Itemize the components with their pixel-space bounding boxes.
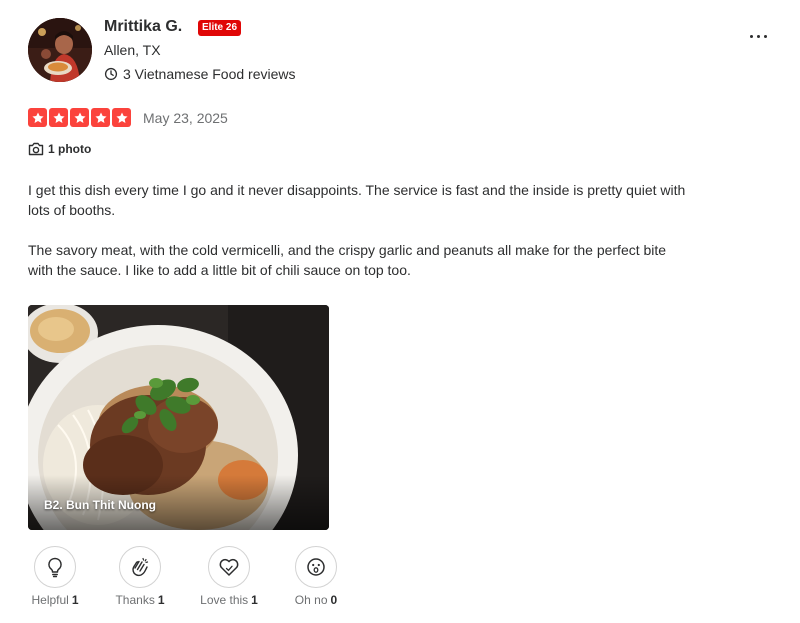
more-dot-icon	[749, 34, 753, 38]
thanks-button[interactable]: Thanks 1	[115, 546, 165, 607]
star-rating	[28, 108, 133, 127]
star-icon	[112, 108, 131, 127]
lightbulb-icon	[48, 557, 62, 578]
review-body: I get this dish every time I go and it n…	[28, 180, 688, 300]
more-options-button[interactable]	[744, 24, 772, 48]
camera-icon	[28, 142, 44, 156]
history-icon	[104, 67, 118, 81]
helpful-button[interactable]: Helpful 1	[31, 546, 79, 607]
love-this-label: Love this 1	[200, 593, 258, 607]
star-icon	[91, 108, 110, 127]
review-count: 3 Vietnamese Food reviews	[123, 66, 296, 82]
elite-badge[interactable]: Elite 26	[198, 20, 242, 36]
oh-no-button[interactable]: Oh no 0	[295, 546, 337, 607]
review-photo[interactable]: B2. Bun Thit Nuong	[28, 305, 329, 530]
food-photo-image	[28, 305, 329, 530]
love-this-button[interactable]: Love this 1	[200, 546, 258, 607]
user-name[interactable]: Mrittika G.	[104, 18, 182, 36]
reaction-circle[interactable]	[34, 546, 76, 588]
heart-icon	[219, 558, 239, 576]
photo-count: 1 photo	[48, 142, 92, 156]
review-paragraph: I get this dish every time I go and it n…	[28, 182, 686, 218]
reaction-circle[interactable]	[295, 546, 337, 588]
review-date: May 23, 2025	[143, 110, 228, 126]
review-paragraph: The savory meat, with the cold vermicell…	[28, 242, 667, 278]
star-icon	[28, 108, 47, 127]
helpful-label: Helpful 1	[31, 593, 79, 607]
more-dot-icon	[756, 34, 760, 38]
reaction-circle[interactable]	[119, 546, 161, 588]
more-dot-icon	[763, 34, 767, 38]
clapping-hands-icon	[132, 557, 149, 577]
star-icon	[70, 108, 89, 127]
review-count-row: 3 Vietnamese Food reviews	[104, 65, 296, 83]
photo-count-link[interactable]: 1 photo	[28, 142, 91, 156]
photo-caption: B2. Bun Thit Nuong	[44, 498, 156, 512]
user-location: Allen, TX	[104, 42, 161, 58]
star-icon	[49, 108, 68, 127]
oh-no-label: Oh no 0	[294, 593, 338, 607]
thanks-label: Thanks 1	[115, 593, 165, 607]
review-card: Mrittika G. Elite 26 Allen, TX 3 Vietnam…	[0, 0, 800, 623]
reaction-circle[interactable]	[208, 546, 250, 588]
user-avatar[interactable]	[28, 18, 92, 82]
surprised-face-icon	[307, 558, 325, 576]
